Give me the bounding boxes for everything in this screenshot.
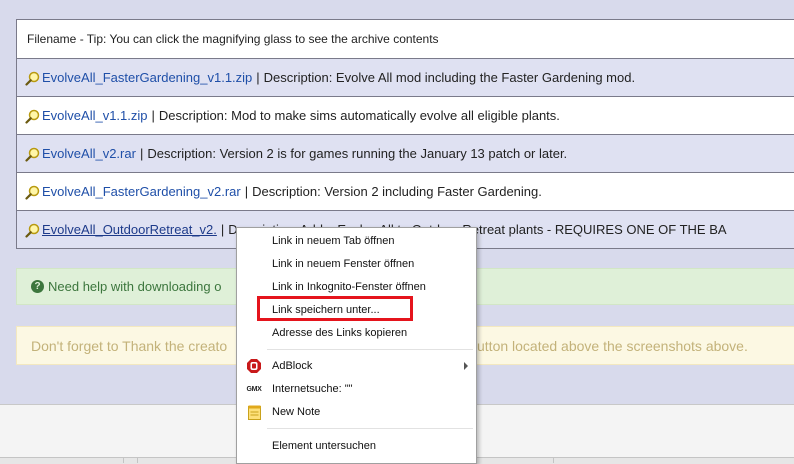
separator: | [139, 146, 144, 161]
table-row: EvolveAll_FasterGardening_v2.rar | Descr… [17, 173, 794, 211]
menu-item-label: Adresse des Links kopieren [272, 327, 408, 339]
table-header-label: Filename - Tip: You can click the magnif… [27, 32, 439, 46]
magnifying-glass-icon[interactable] [25, 185, 40, 200]
submenu-arrow-icon [464, 362, 468, 370]
gmx-logo-icon: GMX [246, 385, 262, 393]
file-link[interactable]: EvolveAll_FasterGardening_v2.rar [42, 184, 241, 199]
menu-item-open-new-window[interactable]: Link in neuem Fenster öffnen [237, 253, 476, 275]
file-link[interactable]: EvolveAll_v2.rar [42, 146, 136, 161]
magnifying-glass-icon[interactable] [25, 223, 40, 238]
tab-divider [123, 457, 124, 463]
table-header: Filename - Tip: You can click the magnif… [17, 20, 794, 59]
menu-item-new-note[interactable]: New Note [237, 401, 476, 423]
file-link[interactable]: EvolveAll_v1.1.zip [42, 108, 148, 123]
file-link[interactable]: EvolveAll_FasterGardening_v1.1.zip [42, 70, 252, 85]
magnifying-glass-icon[interactable] [25, 71, 40, 86]
tab-divider [137, 457, 138, 463]
separator: | [220, 222, 225, 237]
file-description: Description: Evolve All mod including th… [263, 70, 636, 85]
help-notice-text: Need help with downloading o [48, 279, 222, 294]
menu-item-label: Link in Inkognito-Fenster öffnen [272, 281, 426, 293]
menu-item-inspect-element[interactable]: Element untersuchen [237, 435, 476, 457]
menu-item-label: AdBlock [272, 360, 313, 372]
tab-divider [553, 457, 554, 463]
menu-item-internet-search[interactable]: GMX Internetsuche: "" [237, 378, 476, 400]
table-row: EvolveAll_FasterGardening_v1.1.zip | Des… [17, 59, 794, 97]
menu-item-label: Internetsuche: "" [272, 383, 353, 395]
note-icon [246, 404, 262, 420]
menu-item-label: New Note [272, 406, 321, 418]
menu-item-adblock[interactable]: AdBlock [237, 355, 476, 377]
file-description: Description: Mod to make sims automatica… [158, 108, 560, 123]
question-circle-icon: ? [31, 280, 44, 293]
menu-divider [267, 428, 473, 429]
menu-item-open-incognito[interactable]: Link in Inkognito-Fenster öffnen [237, 276, 476, 298]
thanks-notice-text-left: Don't forget to Thank the creato [31, 337, 228, 354]
thanks-notice-text-right: utton located above the screenshots abov… [477, 337, 748, 354]
file-description: Description: Version 2 is for games runn… [147, 146, 568, 161]
magnifying-glass-icon[interactable] [25, 147, 40, 162]
file-link-hovered[interactable]: EvolveAll_OutdoorRetreat_v2. [42, 222, 217, 237]
menu-divider [267, 349, 473, 350]
separator: | [256, 70, 260, 85]
file-description: Description: Version 2 including Faster … [252, 184, 542, 199]
menu-item-label: Element untersuchen [272, 440, 376, 452]
separator: | [151, 108, 155, 123]
menu-item-copy-link-address[interactable]: Adresse des Links kopieren [237, 322, 476, 344]
magnifying-glass-icon[interactable] [25, 109, 40, 124]
menu-item-open-new-tab[interactable]: Link in neuem Tab öffnen [237, 230, 476, 252]
table-row: EvolveAll_v2.rar | Description: Version … [17, 135, 794, 173]
menu-item-label: Link in neuem Tab öffnen [272, 235, 395, 247]
red-highlight-annotation [257, 296, 413, 321]
separator: | [244, 184, 249, 199]
menu-item-label: Link in neuem Fenster öffnen [272, 258, 415, 270]
table-row: EvolveAll_v1.1.zip | Description: Mod to… [17, 97, 794, 135]
context-menu: Link in neuem Tab öffnen Link in neuem F… [236, 227, 477, 464]
adblock-stop-icon [246, 358, 262, 374]
file-table: Filename - Tip: You can click the magnif… [16, 19, 794, 249]
